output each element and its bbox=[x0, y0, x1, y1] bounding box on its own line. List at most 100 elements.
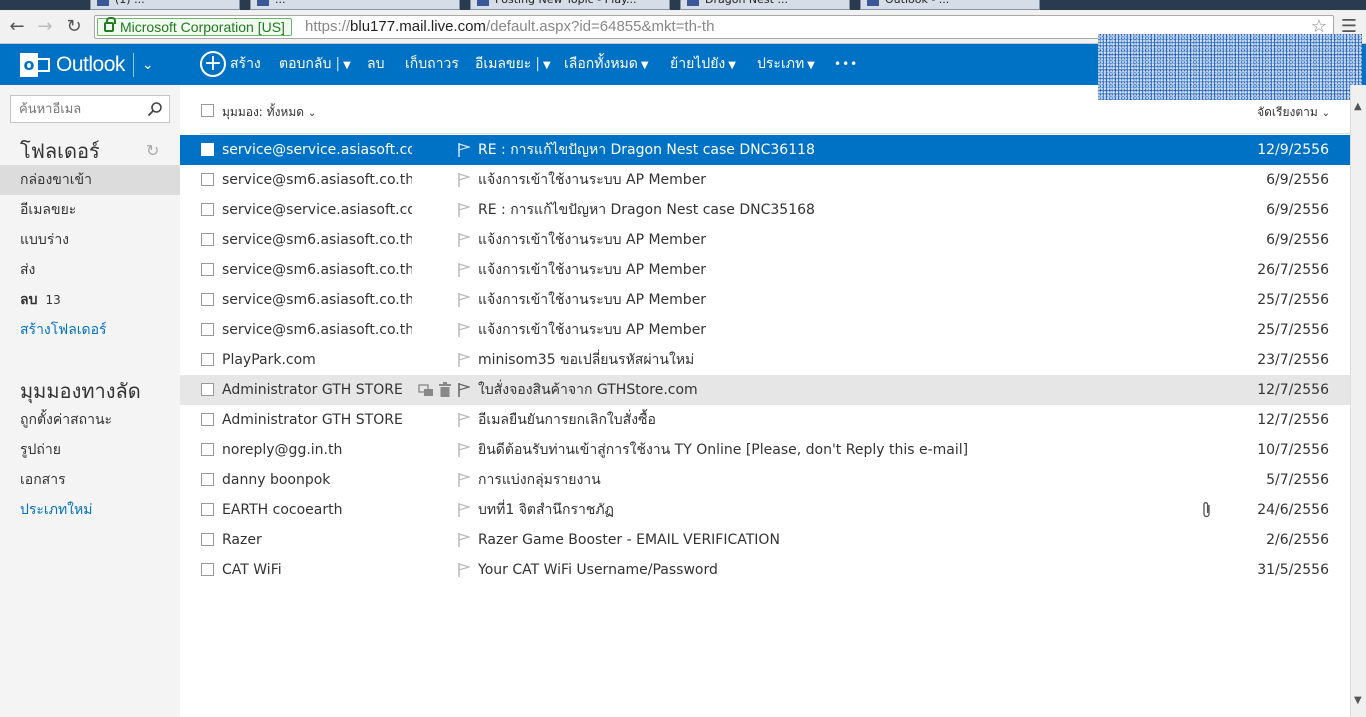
scroll-up-icon[interactable]: ▲ bbox=[1354, 101, 1362, 112]
message-row[interactable]: noreply@gg.in.th ยินดีต้อนรับท่านเข้าสู่ก… bbox=[180, 435, 1350, 465]
folder-inbox[interactable]: กล่องขาเข้า bbox=[0, 165, 180, 195]
quickview-label: ถูกตั้งค่าสถานะ bbox=[20, 412, 113, 428]
folder-label: กล่องขาเข้า bbox=[20, 172, 92, 188]
message-checkbox[interactable] bbox=[201, 413, 214, 426]
message-row[interactable]: service@sm6.asiasoft.co.th แจ้งการเข้าใช้… bbox=[180, 315, 1350, 345]
browser-tab[interactable]: Outlook - ... bbox=[860, 0, 1040, 10]
message-checkbox[interactable] bbox=[201, 293, 214, 306]
archive-button[interactable]: เก็บถาวร bbox=[405, 44, 459, 85]
message-checkbox[interactable] bbox=[201, 143, 214, 156]
select-all-checkbox[interactable] bbox=[201, 104, 214, 117]
message-date: 25/7/2556 bbox=[1257, 322, 1329, 338]
flag-icon[interactable] bbox=[458, 263, 472, 277]
quickview-flagged[interactable]: ถูกตั้งค่าสถานะ bbox=[0, 405, 180, 435]
message-checkbox[interactable] bbox=[201, 563, 214, 576]
chevron-down-icon: ▼ bbox=[640, 60, 649, 71]
flag-icon[interactable] bbox=[458, 203, 472, 217]
message-checkbox[interactable] bbox=[201, 383, 214, 396]
back-arrow-icon[interactable]: ← bbox=[6, 16, 28, 38]
message-row[interactable]: PlayPark.com minisom35 ขอเปลี่ยนรหัสผ่านใ… bbox=[180, 345, 1350, 375]
message-checkbox[interactable] bbox=[201, 473, 214, 486]
delete-icon[interactable] bbox=[438, 382, 452, 398]
refresh-icon[interactable]: ↻ bbox=[146, 141, 159, 160]
search-box[interactable] bbox=[10, 95, 170, 123]
folder-junk[interactable]: อีเมลขยะ bbox=[0, 195, 180, 225]
folder-drafts[interactable]: แบบร่าง bbox=[0, 225, 180, 255]
move-to-button[interactable]: ย้ายไปยัง ▼ bbox=[670, 44, 736, 85]
message-row[interactable]: Administrator GTH STORE ใบสั่งจองสินค้าจา… bbox=[180, 375, 1350, 405]
message-row[interactable]: EARTH cocoearth บทที่1 จิตสำนึกราชภัฏ 24/6… bbox=[180, 495, 1350, 525]
flag-icon[interactable] bbox=[458, 173, 472, 187]
message-checkbox[interactable] bbox=[201, 503, 214, 516]
junk-button[interactable]: อีเมลขยะ | ▼ bbox=[475, 44, 551, 85]
message-row[interactable]: service@service.asiasoft.co.th RE : การแก… bbox=[180, 135, 1350, 165]
message-checkbox[interactable] bbox=[201, 443, 214, 456]
outlook-logo[interactable]: o Outlook ⌄ bbox=[20, 51, 154, 79]
new-folder-link[interactable]: สร้างโฟลเดอร์ bbox=[0, 315, 180, 345]
browser-tab[interactable]: ... bbox=[250, 0, 460, 10]
message-row[interactable]: Administrator GTH STORE อีเมลยืนยันการยกเ… bbox=[180, 405, 1350, 435]
move-to-label: ย้ายไปยัง bbox=[670, 56, 726, 72]
delete-button[interactable]: ลบ bbox=[367, 44, 384, 85]
scrollbar[interactable]: ▲ ▼ bbox=[1350, 85, 1366, 717]
search-input[interactable] bbox=[11, 96, 141, 122]
flag-icon[interactable] bbox=[458, 473, 472, 487]
folder-deleted[interactable]: ลบ 13 bbox=[0, 285, 180, 315]
browser-tab[interactable]: Posting New Topic - Play... bbox=[470, 0, 670, 10]
message-subject: RE : การแก้ไขปัญหา Dragon Nest case DNC3… bbox=[478, 202, 815, 218]
quickview-documents[interactable]: เอกสาร bbox=[0, 465, 180, 495]
folder-sent[interactable]: ส่ง bbox=[0, 255, 180, 285]
flag-icon[interactable] bbox=[458, 323, 472, 337]
message-row[interactable]: service@service.asiasoft.co.th RE : การแก… bbox=[180, 195, 1350, 225]
message-checkbox[interactable] bbox=[201, 533, 214, 546]
sort-dropdown[interactable]: จัดเรียงตาม ⌄ bbox=[1257, 103, 1330, 122]
chevron-down-icon[interactable]: ▼ bbox=[343, 60, 351, 71]
flag-icon[interactable] bbox=[458, 563, 472, 577]
message-row[interactable]: service@sm6.asiasoft.co.th แจ้งการเข้าใช้… bbox=[180, 225, 1350, 255]
forward-arrow-icon[interactable]: → bbox=[34, 16, 56, 38]
flag-icon[interactable] bbox=[458, 383, 472, 397]
message-checkbox[interactable] bbox=[201, 203, 214, 216]
message-row[interactable]: service@sm6.asiasoft.co.th แจ้งการเข้าใช้… bbox=[180, 165, 1350, 195]
message-checkbox[interactable] bbox=[201, 173, 214, 186]
browser-tab[interactable]: (1) ... bbox=[90, 0, 240, 10]
reply-button[interactable]: ตอบกลับ | ▼ bbox=[279, 44, 351, 85]
message-checkbox[interactable] bbox=[201, 263, 214, 276]
select-all-button[interactable]: เลือกทั้งหมด ▼ bbox=[564, 44, 649, 85]
message-checkbox[interactable] bbox=[201, 323, 214, 336]
flag-icon[interactable] bbox=[458, 443, 472, 457]
url-path: /default.aspx?id=64855&mkt=th-th bbox=[485, 18, 715, 35]
new-category-link[interactable]: ประเภทใหม่ bbox=[0, 495, 180, 525]
chevron-down-icon[interactable]: ▼ bbox=[543, 60, 551, 71]
message-row[interactable]: Razer Razer Game Booster - EMAIL VERIFICA… bbox=[180, 525, 1350, 555]
flag-icon[interactable] bbox=[458, 143, 472, 157]
ev-certificate-badge[interactable]: Microsoft Corporation [US] bbox=[97, 17, 292, 36]
flag-icon[interactable] bbox=[458, 413, 472, 427]
app-switcher-chevron-icon[interactable]: ⌄ bbox=[142, 57, 154, 73]
search-icon[interactable] bbox=[147, 101, 163, 117]
flag-icon[interactable] bbox=[458, 533, 472, 547]
flag-icon[interactable] bbox=[458, 293, 472, 307]
flag-icon[interactable] bbox=[458, 503, 472, 517]
sweep-icon[interactable] bbox=[418, 382, 434, 398]
categories-label: ประเภท bbox=[757, 56, 805, 72]
message-checkbox[interactable] bbox=[201, 233, 214, 246]
more-commands-button[interactable]: ••• bbox=[834, 44, 858, 85]
message-date: 23/7/2556 bbox=[1257, 352, 1329, 368]
browser-tab[interactable]: Dragon Nest ... bbox=[680, 0, 850, 10]
message-row[interactable]: service@sm6.asiasoft.co.th แจ้งการเข้าใช้… bbox=[180, 285, 1350, 315]
view-filter[interactable]: มุมมอง: ทั้งหมด ⌄ bbox=[222, 103, 316, 122]
message-row[interactable]: service@sm6.asiasoft.co.th แจ้งการเข้าใช้… bbox=[180, 255, 1350, 285]
url-text[interactable]: https://blu177.mail.live.com/default.asp… bbox=[305, 18, 714, 36]
flag-icon[interactable] bbox=[458, 233, 472, 247]
quickview-photos[interactable]: รูปถ่าย bbox=[0, 435, 180, 465]
categories-button[interactable]: ประเภท ▼ bbox=[757, 44, 815, 85]
message-row[interactable]: CAT WiFi Your CAT WiFi Username/Password 3… bbox=[180, 555, 1350, 585]
new-button[interactable]: + สร้าง bbox=[200, 44, 261, 85]
message-checkbox[interactable] bbox=[201, 353, 214, 366]
message-row[interactable]: danny boonpok การแบ่งกลุ่มรายงาน 5/7/2556 bbox=[180, 465, 1350, 495]
favicon-icon bbox=[477, 0, 489, 6]
scroll-down-icon[interactable]: ▼ bbox=[1354, 695, 1362, 706]
flag-icon[interactable] bbox=[458, 353, 472, 367]
reload-icon[interactable]: ↻ bbox=[63, 16, 85, 38]
